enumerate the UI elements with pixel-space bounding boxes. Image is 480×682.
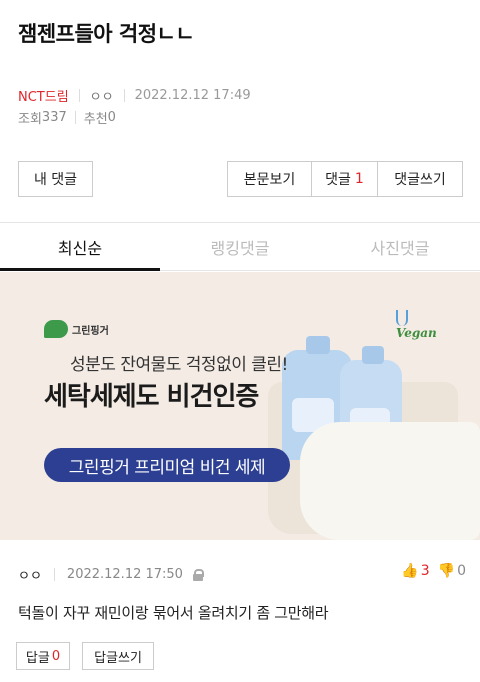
post-author: ㅇㅇ: [89, 90, 114, 105]
recommend-label: 추천: [83, 112, 108, 127]
views-count: 337: [41, 110, 67, 125]
towel-image: [300, 422, 480, 540]
tab-photo[interactable]: 사진댓글: [320, 223, 480, 270]
comment-votes: 👍 3 👎 0: [401, 563, 466, 579]
my-comments-button[interactable]: 내 댓글: [18, 161, 93, 197]
tab-latest[interactable]: 최신순: [0, 223, 160, 271]
comment-sort-tabs: 최신순 랭킹댓글 사진댓글: [0, 223, 480, 271]
comment-author: ㅇㅇ: [18, 569, 42, 584]
comments-count: 1: [354, 171, 364, 187]
reply-label: 답글: [25, 650, 50, 666]
ad-headline-main: 세탁세제도 비건인증: [44, 382, 259, 412]
comment-meta: ㅇㅇ 2022.12.12 17:50: [18, 565, 204, 584]
category-link[interactable]: NCT드림: [18, 86, 69, 105]
downvote-button[interactable]: 👎 0: [438, 563, 466, 579]
reply-count-button[interactable]: 답글 0: [16, 642, 70, 670]
tab-ranking[interactable]: 랭킹댓글: [160, 223, 320, 270]
ad-headline-sub: 성분도 잔여물도 걱정없이 클린!: [70, 355, 288, 375]
comment-text: 턱돌이 자꾸 재민이랑 묶어서 올려치기 좀 그만해라: [18, 604, 329, 622]
write-comment-button[interactable]: 댓글쓰기: [378, 162, 462, 196]
brand-name: 그린핑거: [72, 325, 109, 337]
vegan-mark: Vegan: [396, 326, 437, 340]
meta-divider: [78, 89, 80, 102]
upvote-button[interactable]: 👍 3: [401, 563, 429, 579]
post-action-group: 본문보기 댓글 1 댓글쓰기: [227, 161, 463, 197]
post-stats-row: 조회 337 추천 0: [18, 108, 116, 127]
upvote-count: 3: [420, 563, 430, 579]
post-title: 잼젠프들아 걱정ㄴㄴ: [18, 22, 195, 46]
view-post-button[interactable]: 본문보기: [228, 162, 312, 196]
meta-divider: [74, 111, 76, 124]
comments-label: 댓글: [325, 172, 351, 188]
leaf-icon: [44, 320, 68, 338]
meta-divider: [123, 89, 125, 102]
comment-datetime: 2022.12.12 17:50: [66, 567, 183, 582]
post-meta-row: NCT드림 ㅇㅇ 2022.12.12 17:49: [18, 86, 251, 105]
views-label: 조회: [18, 112, 42, 127]
lock-icon: [192, 568, 204, 581]
recommend-count: 0: [107, 110, 116, 125]
write-reply-button[interactable]: 답글쓰기: [82, 642, 154, 670]
vegan-plant-icon: [396, 310, 408, 326]
reply-count: 0: [51, 648, 61, 664]
meta-divider: [53, 568, 55, 581]
ad-product-pill: 그린핑거 프리미엄 비건 세제: [44, 448, 290, 482]
downvote-count: 0: [457, 563, 466, 579]
thumbs-up-icon: 👍: [401, 563, 419, 579]
comments-button[interactable]: 댓글 1: [312, 162, 378, 196]
brand-logo: 그린핑거: [44, 320, 109, 338]
ad-banner[interactable]: 그린핑거 Vegan 성분도 잔여물도 걱정없이 클린! 세탁세제도 비건인증 …: [0, 272, 480, 540]
thumbs-down-icon: 👎: [437, 563, 456, 579]
post-datetime: 2022.12.12 17:49: [134, 88, 251, 103]
